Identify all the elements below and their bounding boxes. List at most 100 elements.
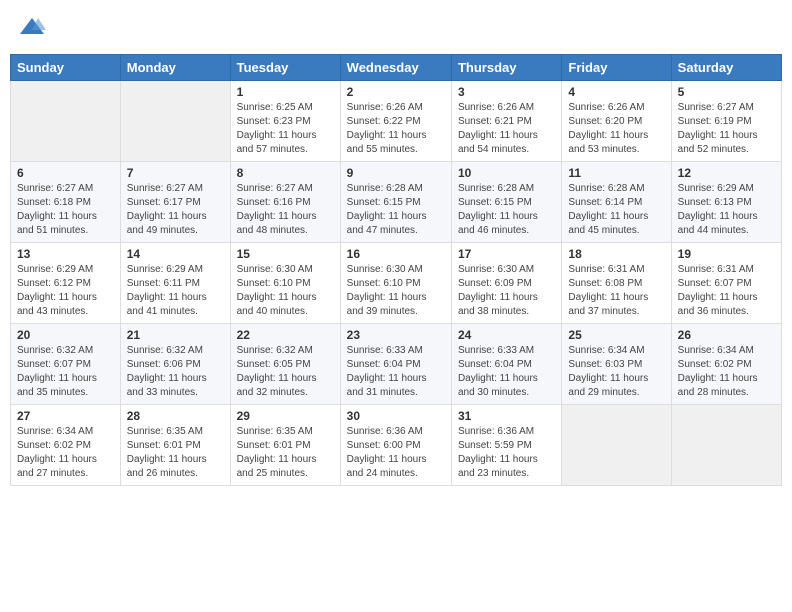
week-row-5: 27 Sunrise: 6:34 AM Sunset: 6:02 PM Dayli… <box>11 405 782 486</box>
day-cell: 5 Sunrise: 6:27 AM Sunset: 6:19 PM Daylig… <box>671 81 781 162</box>
day-number: 12 <box>678 166 775 180</box>
header-day-friday: Friday <box>562 55 671 81</box>
day-number: 14 <box>127 247 224 261</box>
day-info: Sunrise: 6:33 AM Sunset: 6:04 PM Dayligh… <box>347 344 445 400</box>
day-cell: 19 Sunrise: 6:31 AM Sunset: 6:07 PM Dayli… <box>671 243 781 324</box>
header-day-saturday: Saturday <box>671 55 781 81</box>
day-info: Sunrise: 6:34 AM Sunset: 6:03 PM Dayligh… <box>568 344 664 400</box>
day-cell: 9 Sunrise: 6:28 AM Sunset: 6:15 PM Daylig… <box>340 162 451 243</box>
day-cell: 15 Sunrise: 6:30 AM Sunset: 6:10 PM Dayli… <box>230 243 340 324</box>
day-number: 27 <box>17 409 114 423</box>
day-cell <box>671 405 781 486</box>
day-number: 5 <box>678 85 775 99</box>
logo <box>16 14 46 42</box>
day-info: Sunrise: 6:29 AM Sunset: 6:12 PM Dayligh… <box>17 263 114 319</box>
day-number: 7 <box>127 166 224 180</box>
page-header <box>10 10 782 46</box>
day-info: Sunrise: 6:32 AM Sunset: 6:05 PM Dayligh… <box>237 344 334 400</box>
day-number: 19 <box>678 247 775 261</box>
day-cell: 20Sunrise: 6:32 AM Sunset: 6:07 PM Dayli… <box>11 324 121 405</box>
day-cell: 1 Sunrise: 6:25 AM Sunset: 6:23 PM Daylig… <box>230 81 340 162</box>
header-day-monday: Monday <box>120 55 230 81</box>
day-number: 6 <box>17 166 114 180</box>
calendar-header: SundayMondayTuesdayWednesdayThursdayFrid… <box>11 55 782 81</box>
day-info: Sunrise: 6:30 AM Sunset: 6:10 PM Dayligh… <box>347 263 445 319</box>
day-cell: 8Sunrise: 6:27 AM Sunset: 6:16 PM Daylig… <box>230 162 340 243</box>
day-cell: 17Sunrise: 6:30 AM Sunset: 6:09 PM Dayli… <box>451 243 561 324</box>
day-info: Sunrise: 6:33 AM Sunset: 6:04 PM Dayligh… <box>458 344 555 400</box>
day-info: Sunrise: 6:30 AM Sunset: 6:10 PM Dayligh… <box>237 263 334 319</box>
day-cell: 31 Sunrise: 6:36 AM Sunset: 5:59 PM Dayli… <box>451 405 561 486</box>
day-cell: 11 Sunrise: 6:28 AM Sunset: 6:14 PM Dayli… <box>562 162 671 243</box>
day-number: 1 <box>237 85 334 99</box>
day-number: 13 <box>17 247 114 261</box>
week-row-2: 6 Sunrise: 6:27 AM Sunset: 6:18 PM Daylig… <box>11 162 782 243</box>
day-cell: 18 Sunrise: 6:31 AM Sunset: 6:08 PM Dayli… <box>562 243 671 324</box>
day-info: Sunrise: 6:34 AM Sunset: 6:02 PM Dayligh… <box>678 344 775 400</box>
day-info: Sunrise: 6:29 AM Sunset: 6:13 PM Dayligh… <box>678 182 775 238</box>
day-cell <box>11 81 121 162</box>
day-cell: 26 Sunrise: 6:34 AM Sunset: 6:02 PM Dayli… <box>671 324 781 405</box>
day-number: 24 <box>458 328 555 342</box>
day-info: Sunrise: 6:28 AM Sunset: 6:15 PM Dayligh… <box>458 182 555 238</box>
week-row-4: 20Sunrise: 6:32 AM Sunset: 6:07 PM Dayli… <box>11 324 782 405</box>
day-info: Sunrise: 6:28 AM Sunset: 6:15 PM Dayligh… <box>347 182 445 238</box>
day-number: 29 <box>237 409 334 423</box>
day-info: Sunrise: 6:29 AM Sunset: 6:11 PM Dayligh… <box>127 263 224 319</box>
day-number: 31 <box>458 409 555 423</box>
day-number: 21 <box>127 328 224 342</box>
day-info: Sunrise: 6:34 AM Sunset: 6:02 PM Dayligh… <box>17 425 114 481</box>
day-info: Sunrise: 6:36 AM Sunset: 5:59 PM Dayligh… <box>458 425 555 481</box>
day-cell: 4 Sunrise: 6:26 AM Sunset: 6:20 PM Daylig… <box>562 81 671 162</box>
header-row: SundayMondayTuesdayWednesdayThursdayFrid… <box>11 55 782 81</box>
day-cell: 16 Sunrise: 6:30 AM Sunset: 6:10 PM Dayli… <box>340 243 451 324</box>
day-cell: 14 Sunrise: 6:29 AM Sunset: 6:11 PM Dayli… <box>120 243 230 324</box>
day-number: 17 <box>458 247 555 261</box>
header-day-thursday: Thursday <box>451 55 561 81</box>
day-cell: 12 Sunrise: 6:29 AM Sunset: 6:13 PM Dayli… <box>671 162 781 243</box>
day-number: 2 <box>347 85 445 99</box>
day-number: 9 <box>347 166 445 180</box>
day-cell: 6 Sunrise: 6:27 AM Sunset: 6:18 PM Daylig… <box>11 162 121 243</box>
day-info: Sunrise: 6:27 AM Sunset: 6:16 PM Dayligh… <box>237 182 334 238</box>
day-number: 4 <box>568 85 664 99</box>
day-number: 15 <box>237 247 334 261</box>
day-number: 22 <box>237 328 334 342</box>
day-cell: 13 Sunrise: 6:29 AM Sunset: 6:12 PM Dayli… <box>11 243 121 324</box>
day-cell: 30Sunrise: 6:36 AM Sunset: 6:00 PM Dayli… <box>340 405 451 486</box>
day-number: 18 <box>568 247 664 261</box>
day-cell: 10Sunrise: 6:28 AM Sunset: 6:15 PM Dayli… <box>451 162 561 243</box>
day-info: Sunrise: 6:31 AM Sunset: 6:08 PM Dayligh… <box>568 263 664 319</box>
day-cell <box>562 405 671 486</box>
day-cell: 29Sunrise: 6:35 AM Sunset: 6:01 PM Dayli… <box>230 405 340 486</box>
day-cell: 23Sunrise: 6:33 AM Sunset: 6:04 PM Dayli… <box>340 324 451 405</box>
day-number: 25 <box>568 328 664 342</box>
day-cell: 24 Sunrise: 6:33 AM Sunset: 6:04 PM Dayli… <box>451 324 561 405</box>
day-info: Sunrise: 6:27 AM Sunset: 6:19 PM Dayligh… <box>678 101 775 157</box>
logo-icon <box>18 14 46 42</box>
day-cell: 21 Sunrise: 6:32 AM Sunset: 6:06 PM Dayli… <box>120 324 230 405</box>
day-info: Sunrise: 6:26 AM Sunset: 6:22 PM Dayligh… <box>347 101 445 157</box>
day-cell: 3Sunrise: 6:26 AM Sunset: 6:21 PM Daylig… <box>451 81 561 162</box>
day-number: 26 <box>678 328 775 342</box>
day-cell: 27 Sunrise: 6:34 AM Sunset: 6:02 PM Dayli… <box>11 405 121 486</box>
day-number: 11 <box>568 166 664 180</box>
day-info: Sunrise: 6:27 AM Sunset: 6:17 PM Dayligh… <box>127 182 224 238</box>
day-cell: 22 Sunrise: 6:32 AM Sunset: 6:05 PM Dayli… <box>230 324 340 405</box>
day-info: Sunrise: 6:27 AM Sunset: 6:18 PM Dayligh… <box>17 182 114 238</box>
day-info: Sunrise: 6:28 AM Sunset: 6:14 PM Dayligh… <box>568 182 664 238</box>
day-cell: 2 Sunrise: 6:26 AM Sunset: 6:22 PM Daylig… <box>340 81 451 162</box>
day-cell: 7 Sunrise: 6:27 AM Sunset: 6:17 PM Daylig… <box>120 162 230 243</box>
day-number: 30 <box>347 409 445 423</box>
day-cell: 28Sunrise: 6:35 AM Sunset: 6:01 PM Dayli… <box>120 405 230 486</box>
day-number: 3 <box>458 85 555 99</box>
header-day-tuesday: Tuesday <box>230 55 340 81</box>
header-day-wednesday: Wednesday <box>340 55 451 81</box>
day-cell: 25 Sunrise: 6:34 AM Sunset: 6:03 PM Dayli… <box>562 324 671 405</box>
day-info: Sunrise: 6:25 AM Sunset: 6:23 PM Dayligh… <box>237 101 334 157</box>
day-info: Sunrise: 6:32 AM Sunset: 6:07 PM Dayligh… <box>17 344 114 400</box>
day-info: Sunrise: 6:32 AM Sunset: 6:06 PM Dayligh… <box>127 344 224 400</box>
day-number: 16 <box>347 247 445 261</box>
day-info: Sunrise: 6:31 AM Sunset: 6:07 PM Dayligh… <box>678 263 775 319</box>
day-info: Sunrise: 6:26 AM Sunset: 6:20 PM Dayligh… <box>568 101 664 157</box>
